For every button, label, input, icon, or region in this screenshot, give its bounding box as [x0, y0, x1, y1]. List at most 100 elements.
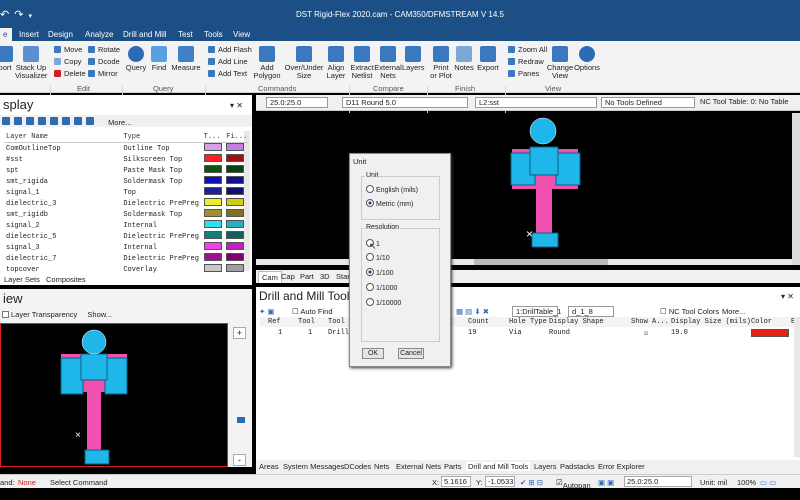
res-1-100-radio[interactable]: 1/100	[366, 268, 394, 277]
pin-icon[interactable]: ✦ ▣	[259, 307, 274, 316]
res-1-10-radio[interactable]: 1/10	[366, 253, 390, 262]
table-row[interactable]: dielectric_7 Dielectric PrePreg	[4, 253, 248, 264]
mirror-button[interactable]: Mirror	[88, 68, 118, 79]
col-fill-color[interactable]: Fi...	[224, 132, 248, 144]
nc-colors-checkbox[interactable]: ☐ NC Tool Colors	[660, 307, 719, 316]
panel-close-icon[interactable]: ▾ ✕	[781, 292, 794, 301]
col-display-size[interactable]: Display Size (mils)	[671, 318, 751, 326]
top-color-swatch[interactable]	[202, 187, 225, 198]
export-file-button[interactable]: Export	[476, 46, 500, 72]
down-icon[interactable]	[38, 117, 46, 125]
add-polygon-button[interactable]: Add Polygon	[252, 46, 282, 80]
col-type[interactable]: Type	[121, 132, 202, 144]
copy-button[interactable]: Copy	[54, 56, 82, 67]
zoom-all-button[interactable]: Zoom All	[508, 44, 547, 55]
col-count[interactable]: Count	[468, 318, 489, 326]
tool-icons[interactable]: ▦ ▤ ⬇ ✖	[456, 307, 489, 316]
fill-color-swatch[interactable]	[224, 165, 248, 176]
top-color-swatch[interactable]	[202, 198, 225, 209]
options-button[interactable]: Options	[574, 46, 600, 72]
col-hole-type[interactable]: Hole Type	[509, 318, 547, 326]
fill-color-swatch[interactable]	[224, 198, 248, 209]
delete-button[interactable]: Delete	[54, 68, 86, 79]
editor-vscroll[interactable]	[792, 113, 800, 265]
cam-editor-canvas[interactable]: ×	[256, 113, 800, 283]
tab-layer-sets[interactable]: Layer Sets	[4, 275, 40, 284]
layers-button[interactable]: Layers	[402, 46, 425, 72]
tab-part[interactable]: Part	[297, 271, 317, 282]
top-color-swatch[interactable]	[202, 253, 225, 264]
tab-tools[interactable]: Tools	[199, 28, 228, 41]
tab-file[interactable]: e	[0, 28, 13, 41]
col-top-color[interactable]: T...	[201, 132, 225, 144]
res-1-1000-radio[interactable]: 1/1000	[366, 283, 397, 292]
tab-padstacks[interactable]: Padstacks	[560, 462, 595, 471]
fill-color-swatch[interactable]	[224, 187, 248, 198]
tab-analyze[interactable]: Analyze	[80, 28, 118, 41]
ok-button[interactable]: OK	[362, 348, 384, 359]
up-icon[interactable]	[26, 117, 34, 125]
drill-file-input[interactable]: d_1_8	[568, 306, 614, 317]
export-button[interactable]: port	[0, 46, 14, 72]
open-icon[interactable]	[14, 117, 22, 125]
stackup-visualizer-button[interactable]: Stack Up Visualizer	[15, 46, 47, 80]
tab-system-messages[interactable]: System Messages	[283, 462, 344, 471]
delete-layer-icon[interactable]	[62, 117, 70, 125]
tab-3d[interactable]: 3D	[317, 271, 333, 282]
add-text-button[interactable]: Add Text	[208, 68, 247, 79]
tab-test[interactable]: Test	[173, 28, 198, 41]
over-under-size-button[interactable]: Over/Under Size	[284, 46, 324, 80]
fill-color-swatch[interactable]	[224, 209, 248, 220]
top-color-swatch[interactable]	[202, 264, 225, 275]
table-row[interactable]: signal_3 Internal	[4, 242, 248, 253]
fill-color-swatch[interactable]	[224, 264, 248, 275]
tools-combo[interactable]: No Tools Defined	[601, 97, 695, 108]
table-row[interactable]: smt_rigida Soldermask Top	[4, 176, 248, 187]
top-color-swatch[interactable]	[202, 143, 225, 155]
table-row[interactable]: signal_2 Internal	[4, 220, 248, 231]
add-line-button[interactable]: Add Line	[208, 56, 248, 67]
col-display-shape[interactable]: Display Shape	[549, 318, 604, 326]
zoom-out-button[interactable]: -	[233, 454, 246, 466]
measure-button[interactable]: Measure	[170, 46, 202, 72]
panes-button[interactable]: Panes	[508, 68, 539, 79]
top-color-swatch[interactable]	[202, 165, 225, 176]
tab-dcodes[interactable]: DCodes	[344, 462, 371, 471]
table-row[interactable]: ComOutlineTop Outline Top	[4, 143, 248, 155]
metric-radio[interactable]: Metric (mm)	[366, 199, 413, 208]
table-row[interactable]: smt_rigidb Soldermask Top	[4, 209, 248, 220]
zoom-slider[interactable]	[237, 417, 245, 423]
external-nets-button[interactable]: External Nets	[374, 46, 402, 80]
top-color-swatch[interactable]	[202, 231, 225, 242]
tab-parts[interactable]: Parts	[444, 462, 462, 471]
table-row[interactable]: signal_1 Top	[4, 187, 248, 198]
color-swatch[interactable]	[751, 329, 789, 337]
top-color-swatch[interactable]	[202, 242, 225, 253]
table-row[interactable]: 1 1 Drill 19 Via Round ☑ 19.0	[260, 328, 800, 338]
show-button[interactable]: Show...	[87, 310, 112, 319]
query-button[interactable]: Query	[124, 46, 148, 72]
new-icon[interactable]	[2, 117, 10, 125]
pin-icon[interactable]: ▾ ✕	[230, 101, 243, 110]
zoom-combo[interactable]: 25.0:25.0	[266, 97, 328, 108]
table-row[interactable]: topcover Coverlay	[4, 264, 248, 275]
editor-hscroll[interactable]	[256, 259, 792, 265]
fill-color-swatch[interactable]	[224, 154, 248, 165]
print-or-plot-button[interactable]: Print or Plot	[430, 46, 452, 80]
english-radio[interactable]: English (mils)	[366, 185, 418, 194]
unit-button[interactable]: Unit: mil	[700, 478, 727, 487]
snap-icons[interactable]: ✔ ⊞ ⊟	[520, 478, 543, 487]
tab-drill-and-mill[interactable]: Drill and Mill	[118, 28, 172, 41]
top-color-swatch[interactable]	[202, 176, 225, 187]
res-1-10000-radio[interactable]: 1/10000	[366, 298, 401, 307]
drill-more-button[interactable]: More...	[722, 307, 745, 316]
dcode-button[interactable]: Dcode	[88, 56, 120, 67]
tab-composites[interactable]: Composites	[46, 275, 86, 284]
table-row[interactable]: dielectric_5 Dielectric PrePreg	[4, 231, 248, 242]
table-row[interactable]: spt Paste Mask Top	[4, 165, 248, 176]
drill-scrollbar[interactable]	[794, 317, 800, 457]
drill-table-combo[interactable]: 1:DrillTable_1	[512, 306, 561, 317]
tab-insert[interactable]: Insert	[14, 28, 44, 41]
tab-cap[interactable]: Cap	[278, 271, 298, 282]
dcode-combo[interactable]: D11 Round 5.0	[342, 97, 468, 108]
